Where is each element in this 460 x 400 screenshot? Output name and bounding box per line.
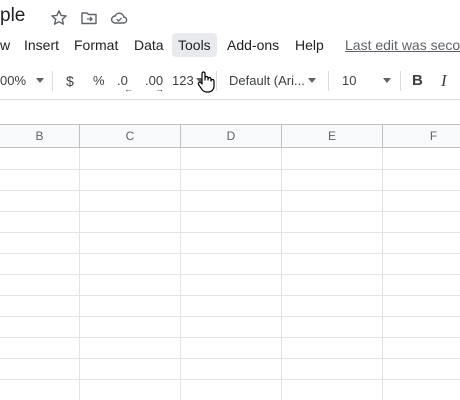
grid-row-line — [0, 253, 460, 254]
column-header-d[interactable]: D — [181, 125, 282, 147]
percent-format-button[interactable]: % — [93, 71, 105, 91]
arrow-right-icon: → — [155, 84, 164, 94]
menu-item-tools[interactable]: Tools — [172, 33, 217, 57]
column-header-b[interactable]: B — [0, 125, 80, 147]
grid-row-line — [0, 316, 460, 317]
menu-bar: w Insert Format Data Tools Add-ons Help … — [0, 33, 460, 57]
cell-grid[interactable] — [0, 148, 460, 400]
toolbar-divider — [52, 71, 53, 91]
grid-row-line — [0, 190, 460, 191]
menu-item-view[interactable]: w — [0, 33, 16, 57]
arrow-left-icon: ← — [124, 84, 133, 94]
grid-row-line — [0, 358, 460, 359]
font-size-caret-icon[interactable] — [383, 78, 391, 83]
menu-item-format[interactable]: Format — [68, 33, 124, 57]
column-header-f[interactable]: F — [383, 125, 460, 147]
cloud-status-icon[interactable] — [110, 9, 128, 27]
star-icon[interactable] — [50, 9, 68, 27]
toolbar: 00% $ % .0 ← .00 → 123 Default (Ari... 1… — [0, 62, 460, 100]
document-title[interactable]: ple — [0, 5, 25, 27]
bold-button[interactable]: B — [412, 71, 423, 91]
grid-row-line — [0, 232, 460, 233]
column-headers: B C D E F — [0, 125, 460, 148]
grid-row-line — [0, 169, 460, 170]
font-select[interactable]: Default (Ari... — [229, 71, 305, 91]
title-row: ple — [0, 0, 460, 36]
move-to-folder-icon[interactable] — [80, 9, 98, 27]
formula-bar[interactable] — [0, 100, 460, 125]
grid-row-line — [0, 274, 460, 275]
more-formats-button[interactable]: 123 — [172, 71, 194, 91]
font-caret-icon[interactable] — [308, 78, 316, 83]
grid-row-line — [0, 211, 460, 212]
grid-row-line — [0, 295, 460, 296]
menu-item-data[interactable]: Data — [128, 33, 170, 57]
menu-item-insert[interactable]: Insert — [18, 33, 65, 57]
hand-pointer-icon — [196, 70, 218, 94]
grid-row-line — [0, 337, 460, 338]
zoom-caret-icon[interactable] — [36, 78, 44, 83]
column-header-c[interactable]: C — [80, 125, 181, 147]
toolbar-divider — [328, 71, 329, 91]
currency-format-button[interactable]: $ — [66, 71, 74, 91]
menu-item-add-ons[interactable]: Add-ons — [221, 33, 285, 57]
italic-button[interactable]: I — [441, 71, 447, 91]
last-edit-link[interactable]: Last edit was seco — [345, 33, 460, 57]
menu-item-help[interactable]: Help — [289, 33, 330, 57]
column-header-e[interactable]: E — [282, 125, 383, 147]
zoom-select[interactable]: 00% — [0, 71, 26, 91]
grid-row-line — [0, 379, 460, 380]
font-size-select[interactable]: 10 — [342, 71, 356, 91]
toolbar-divider — [400, 71, 401, 91]
